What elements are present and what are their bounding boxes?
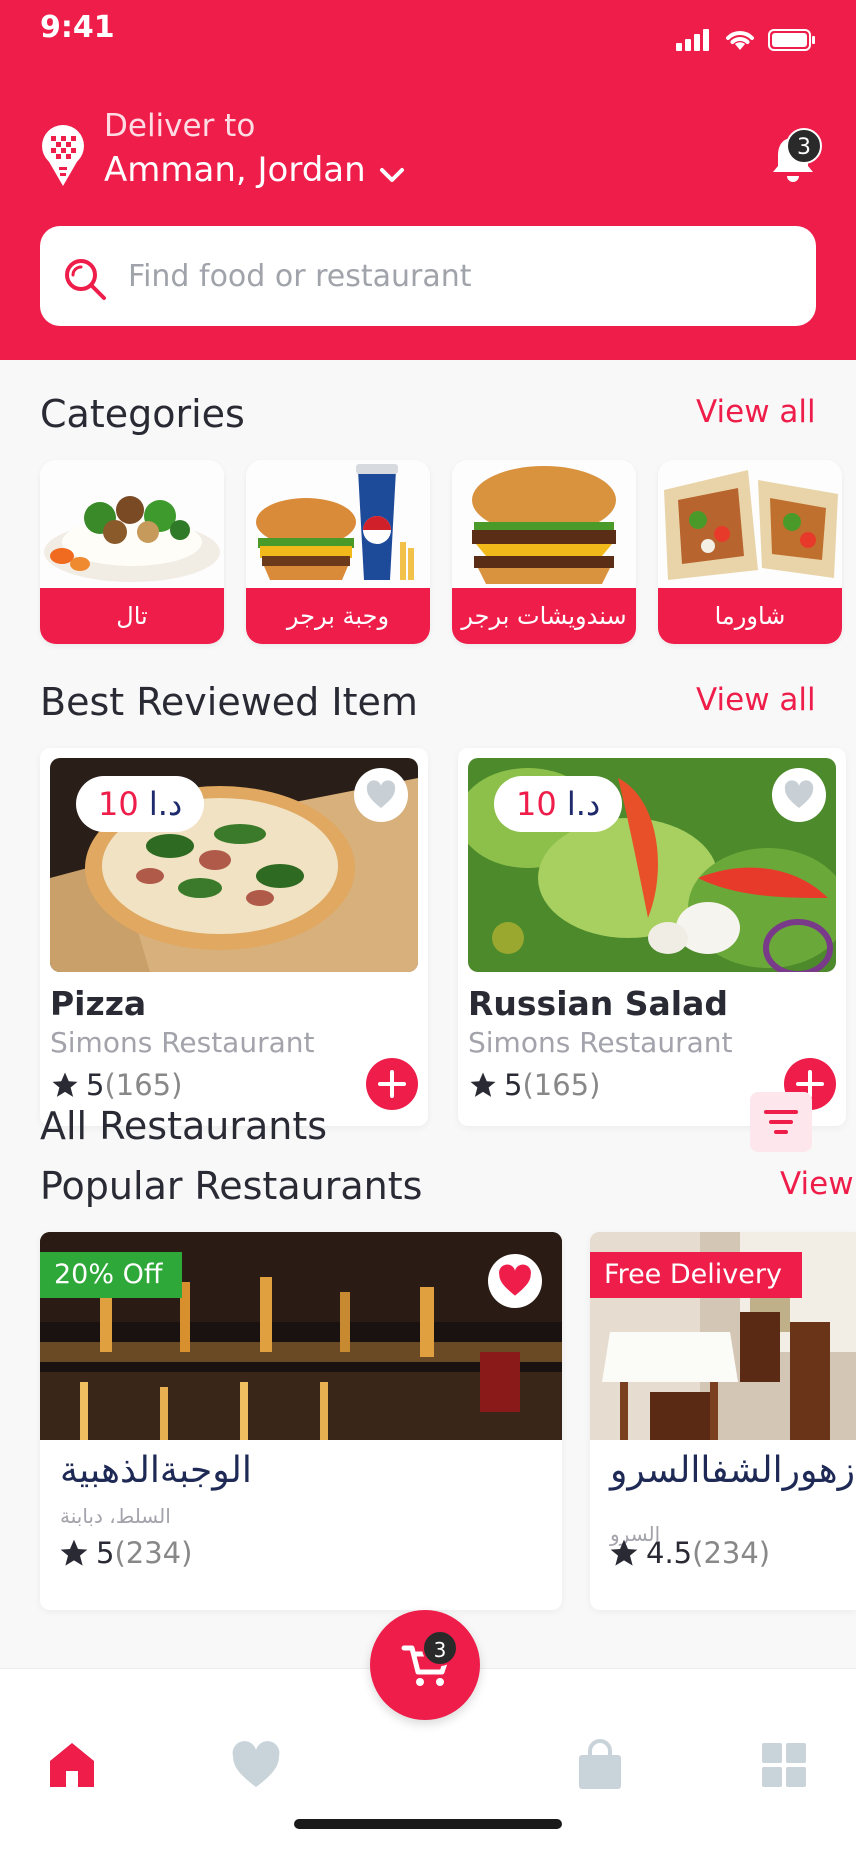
star-icon xyxy=(52,1072,78,1097)
free-delivery-badge: Free Delivery xyxy=(590,1252,802,1298)
categories-title: Categories xyxy=(40,392,245,436)
add-to-cart-button[interactable] xyxy=(366,1058,418,1110)
restaurant-rating: 4.5(234) xyxy=(608,1536,770,1570)
bag-icon[interactable] xyxy=(574,1739,626,1791)
best-reviewed-view-all-link[interactable]: View all xyxy=(696,682,816,718)
cart-count-badge: 3 xyxy=(422,1630,458,1666)
wifi-icon xyxy=(726,31,754,50)
restaurant-location: السلط، دبابنة xyxy=(60,1504,171,1528)
burger-meal-image xyxy=(246,460,430,588)
favorite-button[interactable] xyxy=(488,1254,542,1308)
home-icon[interactable] xyxy=(46,1739,98,1791)
search-icon xyxy=(65,259,106,300)
popular-restaurants-title: Popular Restaurants xyxy=(40,1164,423,1208)
restaurant-card[interactable]: Free Delivery زهورالشفاالسرو السرو 4.5(2… xyxy=(590,1232,856,1610)
item-rating: 5(165) xyxy=(50,1068,182,1102)
popular-view-all-link[interactable]: View xyxy=(780,1166,854,1202)
home-indicator xyxy=(294,1819,562,1829)
category-label: وجبة برجر xyxy=(246,588,430,644)
category-label: تال xyxy=(40,588,224,644)
shawarma-image xyxy=(658,460,842,588)
status-time: 9:41 xyxy=(40,10,115,45)
notification-badge: 3 xyxy=(786,128,822,164)
rice-plate-image xyxy=(40,460,224,588)
restaurant-name: زهورالشفاالسرو xyxy=(610,1450,855,1491)
restaurant-card[interactable]: 20% Off الوجبةالذهبية السلط، دبابنة 5(23… xyxy=(40,1232,562,1610)
status-icons xyxy=(676,28,816,52)
header: 9:41 Deliver to Amman, Jordan 3 Find foo… xyxy=(0,0,856,360)
heart-icon xyxy=(366,780,396,808)
item-card[interactable]: د.ا 10 Pizza Simons Restaurant 5(165) xyxy=(40,748,428,1126)
pizza-image: د.ا 10 xyxy=(50,758,418,972)
restaurant-image: 20% Off xyxy=(40,1232,562,1440)
item-restaurant: Simons Restaurant xyxy=(468,1026,733,1059)
filter-icon xyxy=(764,1110,798,1134)
price-tag: د.ا 10 xyxy=(494,776,623,832)
discount-badge: 20% Off xyxy=(40,1252,183,1298)
heart-icon xyxy=(784,780,814,808)
star-icon xyxy=(60,1539,88,1566)
favorite-button[interactable] xyxy=(772,768,826,822)
item-card[interactable]: د.ا 10 Russian Salad Simons Restaurant 5… xyxy=(458,748,846,1126)
categories-view-all-link[interactable]: View all xyxy=(696,394,816,430)
location-pin-icon xyxy=(42,125,84,186)
deliver-to-label: Deliver to xyxy=(104,108,256,144)
restaurant-image: Free Delivery xyxy=(590,1232,856,1440)
favorite-button[interactable] xyxy=(354,768,408,822)
item-name: Pizza xyxy=(50,984,147,1023)
cart-icon xyxy=(401,1645,451,1686)
star-icon xyxy=(470,1072,496,1097)
grid-icon[interactable] xyxy=(758,1739,810,1791)
item-rating: 5(165) xyxy=(468,1068,600,1102)
heart-icon[interactable] xyxy=(230,1739,282,1791)
signal-icon xyxy=(676,29,709,51)
category-card[interactable]: سندويشات برجر xyxy=(452,460,636,644)
heart-filled-icon xyxy=(499,1264,531,1296)
battery-icon xyxy=(768,29,815,51)
filter-button[interactable] xyxy=(750,1092,812,1152)
category-card[interactable]: شاورما xyxy=(658,460,842,644)
search-bar[interactable] xyxy=(40,226,816,326)
item-restaurant: Simons Restaurant xyxy=(50,1026,315,1059)
category-label: سندويشات برجر xyxy=(452,588,636,644)
category-card[interactable]: وجبة برجر xyxy=(246,460,430,644)
all-restaurants-title: All Restaurants xyxy=(40,1104,328,1148)
chevron-down-icon[interactable] xyxy=(378,165,406,185)
price-tag: د.ا 10 xyxy=(76,776,205,832)
restaurant-name: الوجبةالذهبية xyxy=(60,1450,252,1491)
salad-image: د.ا 10 xyxy=(468,758,836,972)
item-name: Russian Salad xyxy=(468,984,728,1023)
best-reviewed-title: Best Reviewed Item xyxy=(40,680,418,724)
delivery-city[interactable]: Amman, Jordan xyxy=(104,150,366,190)
category-card[interactable]: تال xyxy=(40,460,224,644)
search-input[interactable] xyxy=(128,252,788,300)
star-icon xyxy=(610,1539,638,1566)
category-label: شاورما xyxy=(658,588,842,644)
restaurant-rating: 5(234) xyxy=(58,1536,192,1570)
burger-sandwich-image xyxy=(452,460,636,588)
cart-button[interactable] xyxy=(370,1610,480,1720)
plus-icon xyxy=(378,1070,406,1098)
